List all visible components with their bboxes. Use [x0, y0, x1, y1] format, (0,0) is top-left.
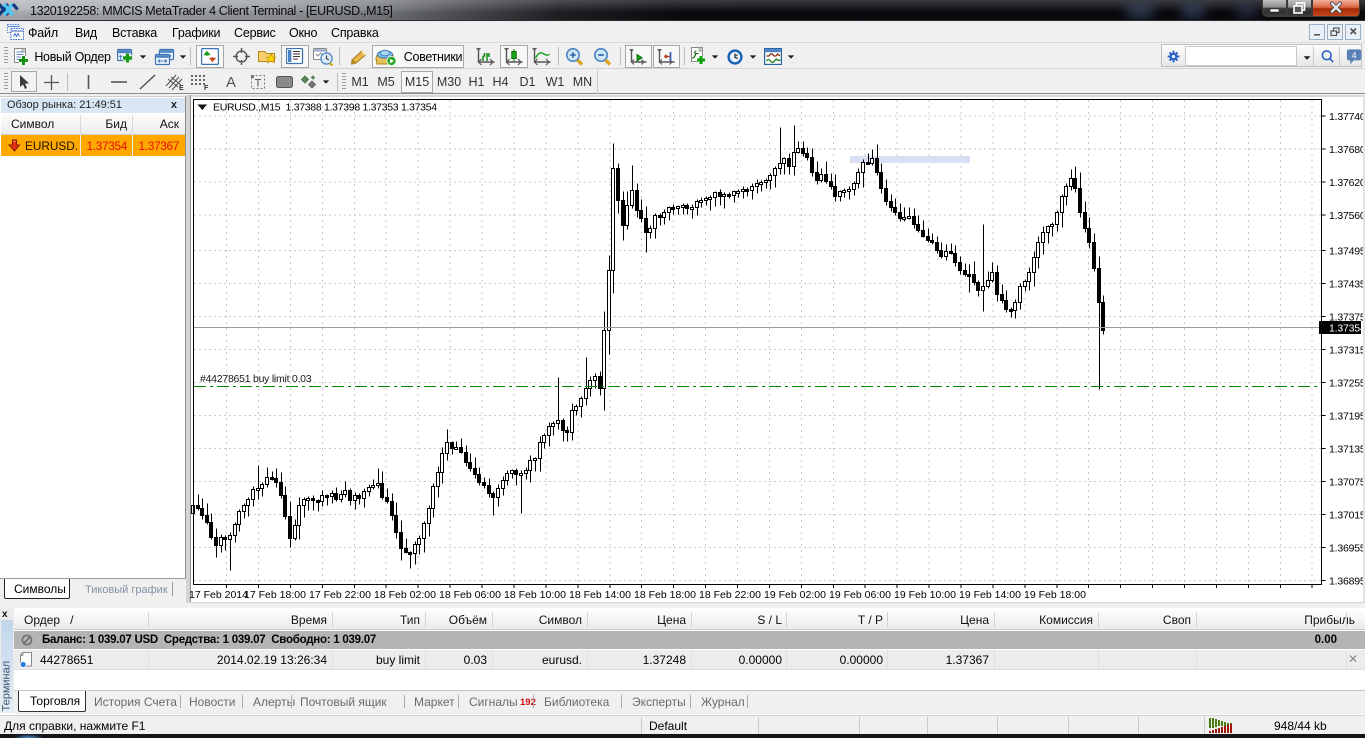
svg-text:17 Feb 18:00: 17 Feb 18:00 [244, 589, 306, 601]
svg-text:18 Feb 18:00: 18 Feb 18:00 [634, 589, 696, 601]
svg-text:T: T [255, 78, 262, 90]
svg-text:EURUSD.,M15 1.37388 1.37398 1: EURUSD.,M15 1.37388 1.37398 1.37353 1.37… [213, 102, 437, 114]
svg-text:1.37135: 1.37135 [1329, 443, 1365, 455]
svg-text:18 Feb 22:00: 18 Feb 22:00 [699, 589, 761, 601]
svg-text:4: 4 [1352, 50, 1357, 60]
svg-text:F: F [204, 85, 209, 91]
svg-text:1.37195: 1.37195 [1329, 411, 1365, 423]
svg-text:1.37495: 1.37495 [1329, 246, 1365, 258]
svg-text:1.37680: 1.37680 [1329, 144, 1365, 156]
svg-text:1.37620: 1.37620 [1329, 177, 1365, 189]
svg-text:1.37560: 1.37560 [1329, 210, 1365, 222]
svg-text:1.37740: 1.37740 [1329, 111, 1365, 123]
svg-text:17 Feb 22:00: 17 Feb 22:00 [309, 589, 371, 601]
svg-text:1.37435: 1.37435 [1329, 279, 1365, 291]
svg-text:1.37315: 1.37315 [1329, 345, 1365, 357]
svg-text:1.36955: 1.36955 [1329, 542, 1365, 554]
svg-text:1.37255: 1.37255 [1329, 378, 1365, 390]
svg-text:1.36895: 1.36895 [1329, 575, 1365, 587]
svg-text:19 Feb 18:00: 19 Feb 18:00 [1024, 589, 1086, 601]
svg-text:19 Feb 10:00: 19 Feb 10:00 [894, 589, 956, 601]
svg-text:19 Feb 14:00: 19 Feb 14:00 [959, 589, 1021, 601]
svg-text:18 Feb 14:00: 18 Feb 14:00 [569, 589, 631, 601]
svg-text:#44278651 buy limit 0.03: #44278651 buy limit 0.03 [200, 373, 312, 385]
svg-text:E: E [179, 85, 184, 91]
svg-text:1.37354: 1.37354 [1329, 323, 1365, 335]
svg-text:1.37075: 1.37075 [1329, 476, 1365, 488]
svg-text:18 Feb 10:00: 18 Feb 10:00 [504, 589, 566, 601]
svg-text:17 Feb 2014: 17 Feb 2014 [189, 589, 248, 601]
svg-text:19 Feb 02:00: 19 Feb 02:00 [764, 589, 826, 601]
svg-text:19 Feb 06:00: 19 Feb 06:00 [829, 589, 891, 601]
svg-text:1.37015: 1.37015 [1329, 509, 1365, 521]
svg-text:18 Feb 06:00: 18 Feb 06:00 [439, 589, 501, 601]
svg-text:18 Feb 02:00: 18 Feb 02:00 [374, 589, 436, 601]
